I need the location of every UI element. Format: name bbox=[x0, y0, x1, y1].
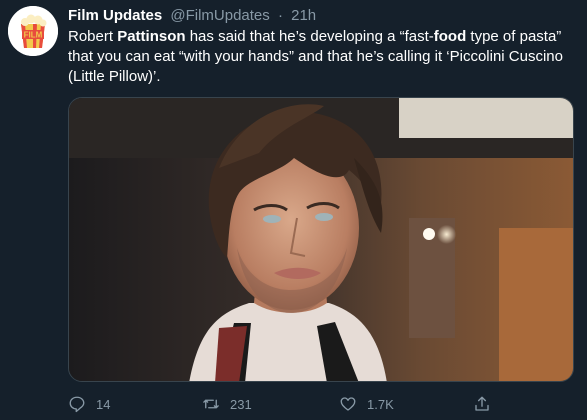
reply-button[interactable]: 14 bbox=[68, 392, 110, 416]
film-popcorn-logo-icon: FILM bbox=[8, 6, 58, 56]
tweet-header: Film Updates @FilmUpdates · 21h bbox=[68, 6, 316, 26]
tweet-text: Robert Pattinson has said that he’s deve… bbox=[68, 27, 573, 87]
like-count: 1.7K bbox=[367, 396, 394, 412]
tweet-timestamp[interactable]: 21h bbox=[291, 7, 316, 24]
retweet-icon bbox=[203, 399, 219, 409]
tweet-text-bold: food bbox=[433, 28, 467, 45]
retweet-count: 231 bbox=[230, 396, 252, 412]
heart-icon bbox=[340, 397, 356, 411]
reply-icon bbox=[69, 396, 85, 413]
portrait-photo-icon bbox=[69, 98, 573, 381]
retweet-button[interactable]: 231 bbox=[202, 392, 252, 416]
tweet-text-part: has said that he’s developing a “fast- bbox=[185, 28, 434, 45]
separator-dot: · bbox=[277, 7, 283, 24]
tweet-actions: 14 231 1.7K bbox=[68, 392, 574, 416]
share-icon bbox=[475, 396, 489, 411]
like-button[interactable]: 1.7K bbox=[339, 392, 394, 416]
avatar[interactable]: FILM bbox=[8, 6, 58, 56]
avatar-logo-text: FILM bbox=[24, 31, 43, 40]
tweet-text-bold: Pattinson bbox=[117, 28, 186, 45]
author-handle[interactable]: @FilmUpdates bbox=[170, 7, 269, 24]
tweet-photo[interactable] bbox=[68, 97, 574, 382]
tweet-text-part: Robert bbox=[68, 28, 118, 45]
share-button[interactable] bbox=[473, 392, 501, 416]
author-name[interactable]: Film Updates bbox=[68, 7, 162, 24]
reply-count: 14 bbox=[96, 396, 111, 412]
tweet[interactable]: FILM Film Updates @FilmUpdates · 21h Rob… bbox=[0, 0, 587, 420]
